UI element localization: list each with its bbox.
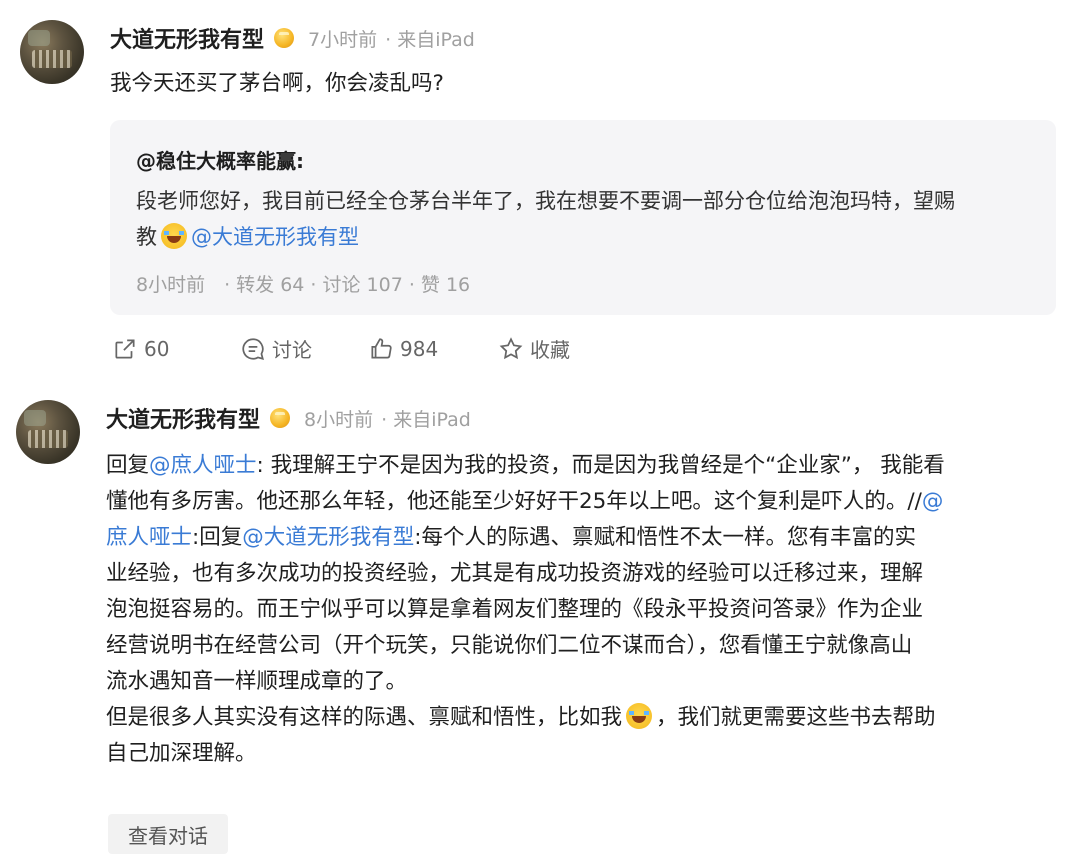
quote-text: 段老师您好，我目前已经全仓茅台半年了，我在想要不要调一部分仓位给泡泡玛特，望赐 … bbox=[136, 183, 1036, 255]
content-line: 业经验，也有多次成功的投资经验，尤其是有成功投资游戏的经验可以迁移过来，理解 bbox=[106, 561, 924, 586]
post-source: · 来自iPad bbox=[385, 28, 475, 51]
content-line: 回复@庶人哑士: 我理解王宁不是因为我的投资，而是因为我曾经是个“企业家”， 我… bbox=[106, 448, 1074, 484]
avatar[interactable] bbox=[16, 400, 80, 464]
mention-link[interactable]: @ bbox=[922, 489, 944, 514]
post-content: 我今天还买了茅台啊，你会凌乱吗? bbox=[110, 71, 444, 96]
mention-link[interactable]: 庶人哑士 bbox=[106, 525, 192, 550]
post-time[interactable]: 7小时前 bbox=[308, 25, 377, 52]
post-header: 大道无形我有型 8小时前 · 来自iPad bbox=[106, 402, 471, 434]
post-time[interactable]: 8小时前 bbox=[304, 405, 373, 432]
content-text: : 我理解王宁不是因为我的投资，而是因为我曾经是个“企业家”， 我能看 bbox=[256, 453, 945, 478]
like-icon bbox=[371, 337, 392, 359]
like-button[interactable]: 984 bbox=[368, 336, 498, 362]
content-line: 经营说明书在经营公司（开个玩笑，只能说你们二位不谋而合），您看懂王宁就像高山 bbox=[106, 633, 913, 658]
verified-badge-icon bbox=[274, 28, 295, 48]
view-conversation-button[interactable]: 查看对话 bbox=[108, 814, 228, 854]
quote-meta: 8小时前 · 转发 64 · 讨论 107 · 赞 16 bbox=[136, 274, 471, 296]
favorite-label: 收藏 bbox=[530, 338, 570, 362]
action-bar: 60 讨论 984 收藏 bbox=[112, 334, 570, 363]
favorite-button[interactable]: 收藏 bbox=[498, 334, 570, 363]
star-icon bbox=[499, 336, 523, 359]
laugh-cry-emoji-icon bbox=[161, 223, 187, 249]
laugh-cry-emoji-icon bbox=[626, 703, 653, 729]
content-line: 流水遇知音一样顺理成章的了。 bbox=[106, 669, 408, 694]
content-text: 懂他有多厉害。他还那么年轻，他还能至少好好干25年以上吧。这个复利是吓人的。// bbox=[106, 489, 922, 514]
username[interactable]: 大道无形我有型 bbox=[106, 402, 260, 434]
content-line: 庶人哑士:回复@大道无形我有型:每个人的际遇、禀赋和悟性不太一样。您有丰富的实 bbox=[106, 520, 1074, 556]
comment-button[interactable]: 讨论 bbox=[240, 334, 368, 363]
post-header: 大道无形我有型 7小时前 · 来自iPad bbox=[110, 22, 475, 54]
avatar[interactable] bbox=[20, 20, 84, 84]
quote-text-tail: 教 bbox=[136, 225, 157, 249]
content-text: 但是很多人其实没有这样的际遇、禀赋和悟性，比如我 bbox=[106, 705, 623, 730]
quote-mention-link[interactable]: @大道无形我有型 bbox=[191, 225, 359, 249]
quote-author[interactable]: @稳住大概率能赢: bbox=[136, 145, 304, 174]
mention-link[interactable]: @大道无形我有型 bbox=[242, 525, 414, 550]
share-button[interactable]: 60 bbox=[112, 336, 240, 362]
share-count: 60 bbox=[144, 336, 170, 361]
content-text: :每个人的际遇、禀赋和悟性不太一样。您有丰富的实 bbox=[414, 525, 917, 550]
content-line: 但是很多人其实没有这样的际遇、禀赋和悟性，比如我 ，我们就更需要这些书去帮助 bbox=[106, 700, 1074, 736]
post-content: 回复@庶人哑士: 我理解王宁不是因为我的投资，而是因为我曾经是个“企业家”， 我… bbox=[106, 448, 1074, 772]
share-icon bbox=[115, 338, 135, 359]
content-text: ，我们就更需要这些书去帮助 bbox=[656, 705, 936, 730]
comment-label: 讨论 bbox=[272, 338, 312, 362]
content-line: 懂他有多厉害。他还那么年轻，他还能至少好好干25年以上吧。这个复利是吓人的。//… bbox=[106, 484, 1074, 520]
quote-text-main: 段老师您好，我目前已经全仓茅台半年了，我在想要不要调一部分仓位给泡泡玛特，望赐 bbox=[136, 189, 955, 213]
like-count: 984 bbox=[400, 336, 439, 361]
content-line: 自己加深理解。 bbox=[106, 741, 257, 766]
post-source: · 来自iPad bbox=[381, 408, 471, 431]
mention-link[interactable]: @庶人哑士 bbox=[149, 453, 257, 478]
username[interactable]: 大道无形我有型 bbox=[110, 22, 264, 54]
verified-badge-icon bbox=[270, 408, 291, 428]
content-line: 泡泡挺容易的。而王宁似乎可以算是拿着网友们整理的《段永平投资问答录》作为企业 bbox=[106, 597, 924, 622]
comment-icon bbox=[242, 337, 264, 360]
content-text: :回复 bbox=[192, 525, 243, 550]
content-text: 回复 bbox=[106, 453, 150, 478]
